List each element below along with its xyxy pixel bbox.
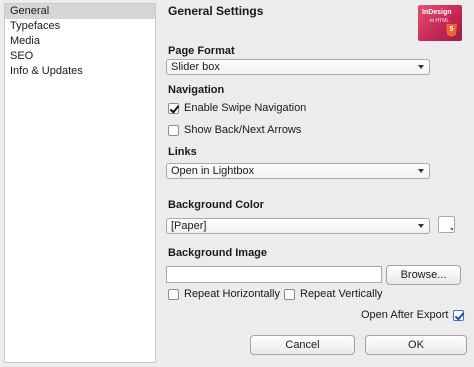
- sidebar-item-typefaces[interactable]: Typefaces: [5, 19, 155, 34]
- background-color-label: Background Color: [168, 199, 264, 211]
- cancel-button[interactable]: Cancel: [250, 335, 355, 355]
- page-format-label: Page Format: [168, 45, 235, 57]
- chevron-down-icon: [418, 65, 424, 69]
- links-value: Open in Lightbox: [171, 165, 255, 177]
- page-format-value: Slider box: [171, 61, 220, 73]
- sidebar-item-general[interactable]: General: [5, 4, 155, 19]
- enable-swipe-row[interactable]: Enable Swipe Navigation: [168, 102, 306, 114]
- chevron-down-icon: [418, 224, 424, 228]
- color-swatch[interactable]: [438, 216, 455, 233]
- page-title: General Settings: [168, 4, 264, 18]
- browse-button[interactable]: Browse...: [386, 265, 461, 285]
- repeat-vertically-checkbox[interactable]: [284, 288, 295, 300]
- sidebar-item-seo[interactable]: SEO: [5, 49, 155, 64]
- background-color-value: [Paper]: [171, 220, 207, 232]
- html5-shield-icon: 5: [446, 24, 457, 37]
- repeat-horizontally-checkbox[interactable]: [168, 288, 179, 300]
- navigation-label: Navigation: [168, 84, 225, 96]
- show-arrows-label: Show Back/Next Arrows: [184, 124, 302, 136]
- indesign-html5-logo: InDesign to HTML 5: [418, 5, 462, 41]
- logo-text: InDesign: [422, 9, 452, 16]
- logo-subtext: to HTML: [430, 18, 450, 24]
- open-after-export-label: Open After Export: [361, 309, 449, 321]
- repeat-vertically-row[interactable]: Repeat Vertically: [284, 288, 383, 300]
- background-image-label: Background Image: [168, 247, 268, 259]
- repeat-horizontally-row[interactable]: Repeat Horizontally: [168, 288, 280, 300]
- page-format-select[interactable]: Slider box: [166, 59, 430, 75]
- background-color-select[interactable]: [Paper]: [166, 218, 430, 234]
- background-image-input[interactable]: [166, 266, 382, 283]
- repeat-horizontally-label: Repeat Horizontally: [184, 288, 280, 300]
- sidebar-item-media[interactable]: Media: [5, 34, 155, 49]
- enable-swipe-label: Enable Swipe Navigation: [184, 102, 307, 114]
- links-select[interactable]: Open in Lightbox: [166, 163, 430, 179]
- sidebar: General Typefaces Media SEO Info & Updat…: [4, 3, 156, 363]
- links-label: Links: [168, 146, 197, 158]
- enable-swipe-checkbox[interactable]: [168, 102, 179, 114]
- open-after-export-checkbox[interactable]: [453, 309, 465, 321]
- chevron-down-icon: [418, 169, 424, 173]
- ok-button[interactable]: OK: [365, 335, 467, 355]
- show-arrows-row[interactable]: Show Back/Next Arrows: [168, 124, 301, 136]
- open-after-export-row[interactable]: Open After Export: [361, 309, 469, 321]
- sidebar-item-info-updates[interactable]: Info & Updates: [5, 64, 155, 79]
- show-arrows-checkbox[interactable]: [168, 124, 179, 136]
- repeat-vertically-label: Repeat Vertically: [300, 288, 383, 300]
